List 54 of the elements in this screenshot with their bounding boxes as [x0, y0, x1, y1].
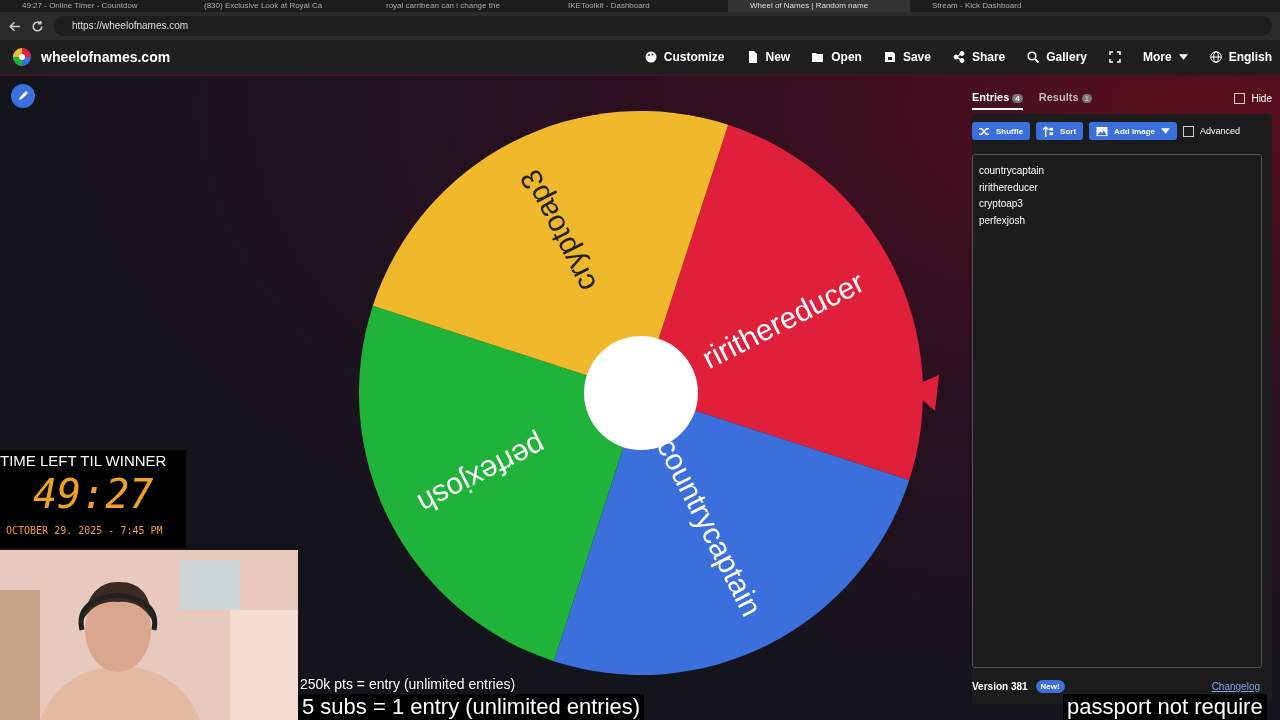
- browser-tab[interactable]: Wheel of Names | Random name: [728, 0, 910, 12]
- edit-button[interactable]: [11, 84, 35, 108]
- browser-tab[interactable]: IKEToolkit - Dashboard: [546, 0, 728, 12]
- fullscreen-icon: [1109, 51, 1121, 63]
- reload-icon[interactable]: [31, 19, 44, 33]
- nav-button[interactable]: New: [746, 50, 791, 64]
- nav-button[interactable]: Gallery: [1027, 50, 1087, 64]
- toolbar-button[interactable]: Sort: [1036, 122, 1084, 140]
- nav-button[interactable]: Open: [812, 50, 862, 64]
- search-icon: [1027, 51, 1040, 63]
- folder-icon: [812, 51, 825, 63]
- caret-icon: [1161, 128, 1170, 134]
- palette-icon: [644, 51, 657, 63]
- timer-time: 49:27: [32, 470, 155, 519]
- caret-icon: [1178, 54, 1188, 60]
- shuffle-icon: [979, 125, 990, 137]
- nav-button[interactable]: Share: [952, 50, 1006, 64]
- sort-icon: [1043, 125, 1055, 137]
- changelog-link[interactable]: Changelog: [1211, 681, 1260, 692]
- caption-text: 5 subs = 1 entry (unlimited entries): [298, 694, 645, 720]
- save-icon: [883, 51, 896, 63]
- nav-button[interactable]: Save: [883, 50, 931, 64]
- entries-field[interactable]: countrycaptain ririthereducer cryptoap3 perfexjosh: [972, 154, 1262, 668]
- checkbox-label: Hide: [1251, 92, 1272, 104]
- panel-tab[interactable]: Results 1: [1038, 86, 1093, 110]
- panel-tab[interactable]: Entries 4: [972, 86, 1023, 110]
- new-badge: New!: [1035, 680, 1065, 693]
- file-icon: [746, 51, 759, 63]
- nav-button[interactable]: [1109, 50, 1121, 64]
- share-icon: [952, 51, 965, 63]
- logo-icon: [12, 47, 32, 67]
- hide-checkbox[interactable]: [1234, 92, 1246, 104]
- back-icon[interactable]: [8, 19, 21, 33]
- browser-tab[interactable]: royal carribean can i change the: [364, 0, 546, 12]
- browser-tab[interactable]: Stream - Kick Dashboard: [910, 0, 1092, 12]
- nav-button[interactable]: Customize: [644, 50, 725, 64]
- caption-text: 250k pts = entry (unlimited entries): [300, 676, 516, 692]
- toolbar-button[interactable]: Add image: [1089, 122, 1177, 140]
- advanced-checkbox[interactable]: [1183, 125, 1194, 137]
- version-text: Version 381: [972, 681, 1028, 692]
- browser-tab[interactable]: (830) Exclusive Look at Royal Ca: [182, 0, 364, 12]
- timer-date: OCTOBER 29. 2025 - 7:45 PM: [5, 525, 164, 536]
- checkbox-label: Advanced: [1200, 126, 1241, 136]
- nav-button[interactable]: English: [1209, 50, 1272, 64]
- pencil-icon: [17, 90, 29, 102]
- timer-title: TIME LEFT TIL WINNER: [0, 452, 168, 469]
- site-logo[interactable]: wheelofnames.com: [41, 49, 171, 65]
- caption-text: passport not require: [1063, 694, 1267, 720]
- image-icon: [1096, 125, 1109, 137]
- toolbar-button[interactable]: Shuffle: [972, 122, 1031, 140]
- browser-tab[interactable]: 49:27 - Online Timer - Countdow: [0, 0, 182, 12]
- nav-button[interactable]: More: [1143, 50, 1188, 64]
- address-field[interactable]: https://wheelofnames.com: [54, 16, 1272, 36]
- globe-icon: [1209, 51, 1222, 63]
